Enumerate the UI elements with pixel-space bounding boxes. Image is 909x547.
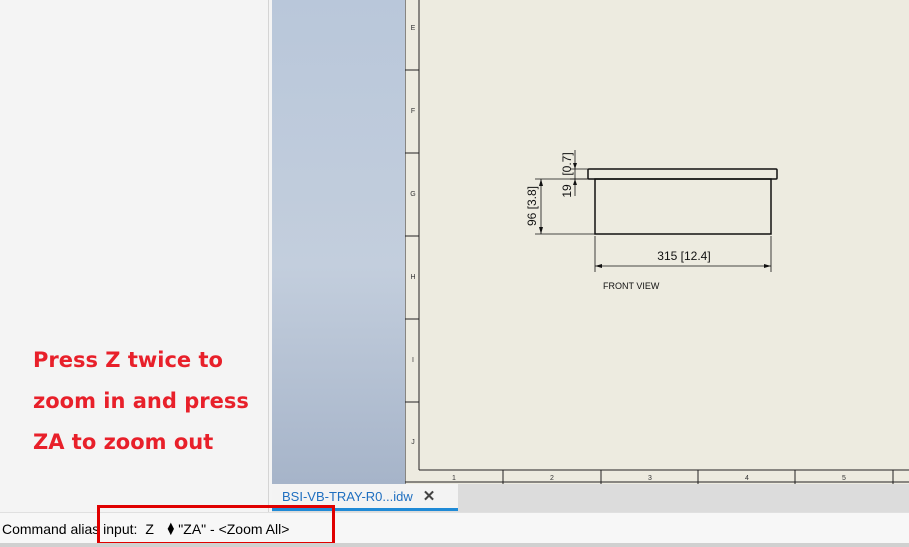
zone-row-label: H [410, 274, 415, 281]
command-suggestion[interactable]: "ZA" - <Zoom All> [178, 521, 289, 537]
zone-row-label: J [411, 439, 415, 446]
left-panel: Press Z twice to zoom in and press ZA to… [0, 0, 269, 512]
drawing-sheet[interactable]: E F G H I J 1 2 3 4 5 315 [12.4] 96 [3.8… [405, 0, 909, 484]
zone-row-label: G [410, 191, 415, 198]
zone-row-label: F [411, 108, 415, 115]
instruction-line-2: zoom in and press [33, 389, 249, 413]
zone-column-label: 4 [745, 475, 749, 482]
dimension-lip[interactable]: [0.7] [560, 152, 574, 175]
close-icon[interactable]: ✕ [423, 487, 436, 505]
instruction-line-3: ZA to zoom out [33, 430, 214, 454]
document-tab-bar: BSI-VB-TRAY-R0...idw ✕ [272, 484, 909, 512]
drawing-canvas[interactable]: E F G H I J 1 2 3 4 5 315 [12.4] 96 [3.8… [405, 0, 909, 484]
instruction-line-1: Press Z twice to [33, 348, 223, 372]
document-tab[interactable]: BSI-VB-TRAY-R0...idw ✕ [272, 484, 458, 511]
zone-column-label: 3 [648, 475, 652, 482]
dimension-height[interactable]: 96 [3.8] [525, 186, 539, 226]
bottom-strip [0, 543, 909, 547]
up-down-arrows-icon[interactable]: ▲ ▼ [165, 520, 176, 537]
instruction-text: Press Z twice to zoom in and press ZA to… [33, 340, 263, 463]
command-label: Command alias input: [2, 520, 138, 537]
zone-row-label: I [412, 357, 414, 364]
command-bar: Command alias input: ▲▼ "ZA" - <Zoom All… [0, 512, 909, 544]
zone-row-label: E [411, 25, 416, 32]
zone-column-label: 1 [452, 475, 456, 482]
zone-column-label: 2 [550, 475, 554, 482]
command-input[interactable] [145, 520, 162, 537]
view-label[interactable]: FRONT VIEW [603, 281, 660, 291]
part-lip[interactable] [587, 168, 778, 180]
zone-column-label: 5 [842, 475, 846, 482]
graphics-window[interactable]: E F G H I J 1 2 3 4 5 315 [12.4] 96 [3.8… [272, 0, 909, 484]
dimension-width[interactable]: 315 [12.4] [657, 249, 710, 263]
document-tab-label: BSI-VB-TRAY-R0...idw [282, 488, 413, 504]
dimension-lip-body[interactable]: 19 [560, 184, 574, 198]
part-body[interactable] [594, 178, 772, 235]
